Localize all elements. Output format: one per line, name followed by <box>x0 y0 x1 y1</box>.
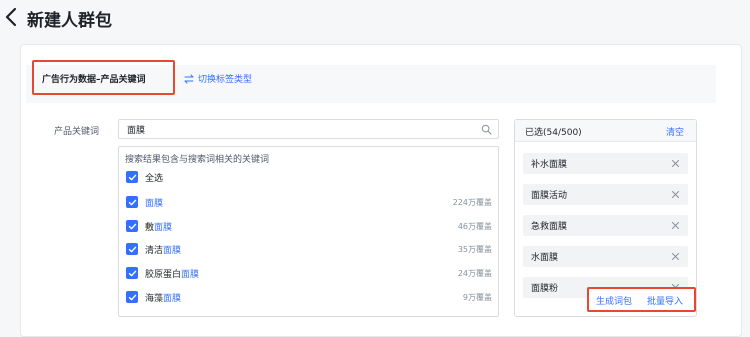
checkmark-icon <box>128 270 136 276</box>
keyword-match: 面膜 <box>154 222 173 233</box>
result-coverage: 9万覆盖 <box>462 292 492 302</box>
keyword-prefix: 清洁 <box>145 245 164 256</box>
checkmark-icon <box>128 294 136 300</box>
checkmark-icon <box>128 174 136 180</box>
select-all-row[interactable]: 全选 <box>126 169 492 185</box>
keyword-prefix: 胶原蛋白 <box>145 269 182 280</box>
selected-item-label: 急救面膜 <box>531 222 568 232</box>
result-checkbox[interactable] <box>126 291 138 303</box>
result-keyword: 胶原蛋白面膜 <box>145 267 199 280</box>
selected-item: 水面膜 <box>523 246 688 267</box>
result-checkbox[interactable] <box>126 243 138 255</box>
select-all-checkbox[interactable] <box>126 171 138 183</box>
switch-tag-type-link[interactable]: 切换标签类型 <box>183 72 252 85</box>
result-checkbox[interactable] <box>126 267 138 279</box>
selected-item-label: 水面膜 <box>531 253 559 263</box>
result-coverage: 35万覆盖 <box>457 244 492 254</box>
result-checkbox[interactable] <box>126 220 138 232</box>
selected-header: 已选(54/500) 清空 <box>515 120 696 142</box>
close-icon[interactable] <box>671 159 680 168</box>
chevron-left-icon[interactable] <box>2 4 22 30</box>
result-keyword: 面膜 <box>145 196 163 209</box>
selected-item: 急救面膜 <box>523 215 688 236</box>
result-row[interactable]: 海藻面膜 9万覆盖 <box>126 289 492 305</box>
checkmark-icon <box>128 199 136 205</box>
close-icon[interactable] <box>671 221 680 230</box>
selected-item-label: 面膜粉 <box>531 284 559 294</box>
close-icon[interactable] <box>671 190 680 199</box>
results-hint: 搜索结果包含与搜索词相关的关键词 <box>125 155 270 165</box>
result-row[interactable]: 胶原蛋白面膜 24万覆盖 <box>126 265 492 281</box>
keyword-match: 面膜 <box>163 245 182 256</box>
search-results-list: 搜索结果包含与搜索词相关的关键词 全选 面膜 224万覆盖 敷面膜 46万覆盖 <box>118 146 499 317</box>
select-all-label: 全选 <box>145 173 164 184</box>
page-header: 新建人群包 <box>0 0 750 40</box>
generate-word-pack-button[interactable]: 生成词包 <box>596 294 632 307</box>
clear-all-button[interactable]: 清空 <box>666 125 684 138</box>
result-keyword: 敷面膜 <box>145 220 172 233</box>
result-row[interactable]: 面膜 224万覆盖 <box>126 194 492 210</box>
search-icon[interactable] <box>481 124 492 135</box>
keyword-prefix: 敷 <box>145 222 155 233</box>
keyword-field-label: 产品关键词 <box>54 127 100 137</box>
selected-count: 已选(54/500) <box>525 128 582 138</box>
result-coverage: 24万覆盖 <box>457 268 492 278</box>
selected-item-label: 补水面膜 <box>531 160 568 170</box>
keyword-match: 面膜 <box>145 198 164 209</box>
result-keyword: 清洁面膜 <box>145 243 181 256</box>
selected-item-label: 面膜活动 <box>531 191 568 201</box>
switch-tag-type-label: 切换标签类型 <box>198 75 253 85</box>
result-checkbox[interactable] <box>126 196 138 208</box>
keyword-match: 面膜 <box>181 269 200 280</box>
selected-item: 补水面膜 <box>523 153 688 174</box>
result-keyword: 海藻面膜 <box>145 291 181 304</box>
tag-type-title: 广告行为数据–产品关键词 <box>42 75 146 85</box>
keyword-search-box[interactable] <box>118 119 499 139</box>
result-row[interactable]: 敷面膜 46万覆盖 <box>126 218 492 234</box>
close-icon[interactable] <box>671 252 680 261</box>
main-card: 广告行为数据–产品关键词 切换标签类型 产品关键词 搜索结果包含与搜索词相关的关… <box>20 44 742 337</box>
page-title: 新建人群包 <box>27 11 112 31</box>
keyword-search-input[interactable] <box>127 124 467 134</box>
result-row[interactable]: 清洁面膜 35万覆盖 <box>126 241 492 257</box>
result-coverage: 46万覆盖 <box>457 221 492 231</box>
checkmark-icon <box>128 246 136 252</box>
result-coverage: 224万覆盖 <box>452 197 492 207</box>
checkmark-icon <box>128 223 136 229</box>
keyword-prefix: 海藻 <box>145 293 164 304</box>
keyword-match: 面膜 <box>163 293 182 304</box>
batch-import-button[interactable]: 批量导入 <box>647 294 683 307</box>
swap-arrows-icon <box>184 74 194 83</box>
selected-item: 面膜活动 <box>523 184 688 205</box>
